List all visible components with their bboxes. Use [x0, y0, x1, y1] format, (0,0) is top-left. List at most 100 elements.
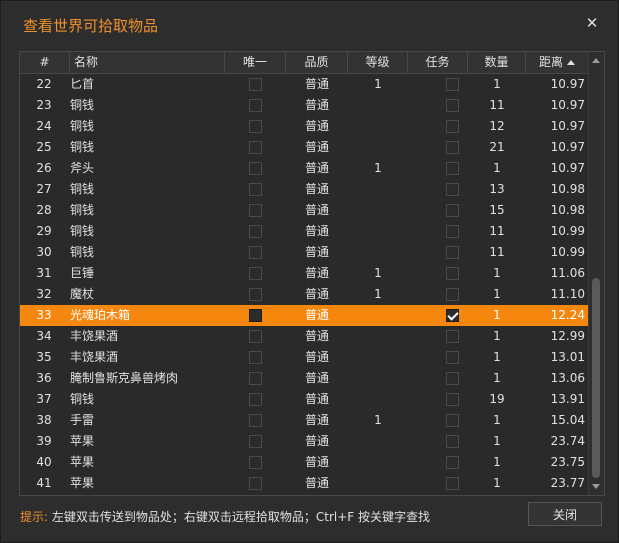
close-button[interactable]: 关闭	[528, 502, 602, 526]
table-row[interactable]: 39 苹果 普通 1 23.74	[20, 431, 588, 452]
item-quality: 普通	[304, 287, 329, 301]
task-checkbox[interactable]	[446, 204, 459, 217]
unique-checkbox[interactable]	[249, 393, 262, 406]
row-index: 38	[36, 413, 52, 427]
task-checkbox[interactable]	[446, 183, 459, 196]
unique-checkbox[interactable]	[249, 267, 262, 280]
table-row[interactable]: 41 苹果 普通 1 23.77	[20, 473, 588, 494]
item-quantity: 1	[493, 287, 501, 301]
task-checkbox[interactable]	[446, 351, 459, 364]
unique-checkbox[interactable]	[249, 351, 262, 364]
item-name: 光魂珀木箱	[70, 308, 131, 322]
task-checkbox[interactable]	[446, 141, 459, 154]
task-checkbox[interactable]	[446, 456, 459, 469]
unique-checkbox[interactable]	[249, 435, 262, 448]
task-checkbox[interactable]	[446, 309, 459, 322]
item-level	[348, 305, 408, 326]
table-row[interactable]: 38 手雷 普通 1 1 15.04	[20, 410, 588, 431]
unique-checkbox[interactable]	[249, 78, 262, 91]
table-row[interactable]: 36 腌制鲁斯克鼻兽烤肉 普通 1 13.06	[20, 368, 588, 389]
table-row[interactable]: 37 铜钱 普通 19 13.91	[20, 389, 588, 410]
item-level	[348, 347, 408, 368]
unique-checkbox[interactable]	[249, 225, 262, 238]
table-row[interactable]: 23 铜钱 普通 11 10.97	[20, 95, 588, 116]
unique-checkbox[interactable]	[249, 456, 262, 469]
row-index: 27	[36, 182, 52, 196]
item-level	[348, 473, 408, 494]
close-icon[interactable]: ✕	[584, 15, 600, 31]
table-body: 22 匕首 普通 1 1 10.97 23 铜钱 普通 11 10.97 24 铜钱 普通 12 10.97 2…	[20, 74, 588, 494]
column-header-quality[interactable]: 品质	[286, 52, 348, 73]
item-distance: 23.74	[550, 434, 585, 448]
unique-checkbox[interactable]	[249, 246, 262, 259]
item-quantity: 21	[489, 140, 505, 154]
items-table[interactable]: # 名称 唯一 品质 等级 任务 数量 距离 22 匕首 普通 1 1 10.97 23 铜钱…	[19, 51, 605, 496]
unique-checkbox[interactable]	[249, 99, 262, 112]
task-checkbox[interactable]	[446, 435, 459, 448]
item-quantity: 13	[489, 182, 505, 196]
task-cell	[408, 263, 468, 284]
column-header-quantity[interactable]: 数量	[468, 52, 526, 73]
vertical-scrollbar[interactable]	[588, 52, 604, 495]
table-row[interactable]: 34 丰饶果酒 普通 1 12.99	[20, 326, 588, 347]
scrollbar-thumb[interactable]	[592, 278, 600, 478]
table-row[interactable]: 26 斧头 普通 1 1 10.97	[20, 158, 588, 179]
unique-checkbox[interactable]	[249, 204, 262, 217]
item-distance: 10.99	[550, 224, 585, 238]
unique-checkbox[interactable]	[249, 120, 262, 133]
item-quality: 普通	[304, 371, 329, 385]
unique-checkbox[interactable]	[249, 162, 262, 175]
item-distance: 13.01	[550, 350, 585, 364]
task-checkbox[interactable]	[446, 78, 459, 91]
unique-checkbox[interactable]	[249, 288, 262, 301]
task-checkbox[interactable]	[446, 393, 459, 406]
task-checkbox[interactable]	[446, 477, 459, 490]
row-index: 35	[36, 350, 52, 364]
item-quantity: 11	[489, 224, 505, 238]
unique-checkbox[interactable]	[249, 414, 262, 427]
table-row[interactable]: 30 铜钱 普通 11 10.99	[20, 242, 588, 263]
table-row[interactable]: 27 铜钱 普通 13 10.98	[20, 179, 588, 200]
table-row[interactable]: 31 巨锤 普通 1 1 11.06	[20, 263, 588, 284]
table-row[interactable]: 29 铜钱 普通 11 10.99	[20, 221, 588, 242]
item-name: 铜钱	[70, 119, 95, 133]
column-header-name[interactable]: 名称	[70, 52, 225, 73]
task-checkbox[interactable]	[446, 120, 459, 133]
task-checkbox[interactable]	[446, 288, 459, 301]
task-checkbox[interactable]	[446, 372, 459, 385]
column-header-level[interactable]: 等级	[348, 52, 408, 73]
table-row[interactable]: 28 铜钱 普通 15 10.98	[20, 200, 588, 221]
unique-checkbox[interactable]	[249, 183, 262, 196]
item-distance: 10.97	[550, 140, 585, 154]
task-checkbox[interactable]	[446, 162, 459, 175]
table-row[interactable]: 32 魔杖 普通 1 1 11.10	[20, 284, 588, 305]
column-header-distance[interactable]: 距离	[526, 52, 588, 73]
table-row[interactable]: 35 丰饶果酒 普通 1 13.01	[20, 347, 588, 368]
unique-checkbox[interactable]	[249, 477, 262, 490]
unique-checkbox[interactable]	[249, 309, 262, 322]
column-header-unique[interactable]: 唯一	[225, 52, 286, 73]
task-checkbox[interactable]	[446, 267, 459, 280]
table-row[interactable]: 33 光魂珀木箱 普通 1 12.24	[20, 305, 588, 326]
scroll-down-icon[interactable]	[592, 484, 600, 489]
unique-checkbox[interactable]	[249, 330, 262, 343]
task-cell	[408, 284, 468, 305]
table-row[interactable]: 22 匕首 普通 1 1 10.97	[20, 74, 588, 95]
item-name: 铜钱	[70, 245, 95, 259]
task-checkbox[interactable]	[446, 414, 459, 427]
column-header-task[interactable]: 任务	[408, 52, 468, 73]
scroll-up-icon[interactable]	[592, 58, 600, 63]
row-index: 39	[36, 434, 52, 448]
unique-checkbox[interactable]	[249, 372, 262, 385]
task-cell	[408, 74, 468, 95]
task-checkbox[interactable]	[446, 330, 459, 343]
table-row[interactable]: 40 苹果 普通 1 23.75	[20, 452, 588, 473]
unique-cell	[225, 326, 286, 347]
table-row[interactable]: 24 铜钱 普通 12 10.97	[20, 116, 588, 137]
table-row[interactable]: 25 铜钱 普通 21 10.97	[20, 137, 588, 158]
column-header-index[interactable]: #	[20, 52, 70, 73]
task-checkbox[interactable]	[446, 225, 459, 238]
task-checkbox[interactable]	[446, 99, 459, 112]
unique-checkbox[interactable]	[249, 141, 262, 154]
task-checkbox[interactable]	[446, 246, 459, 259]
